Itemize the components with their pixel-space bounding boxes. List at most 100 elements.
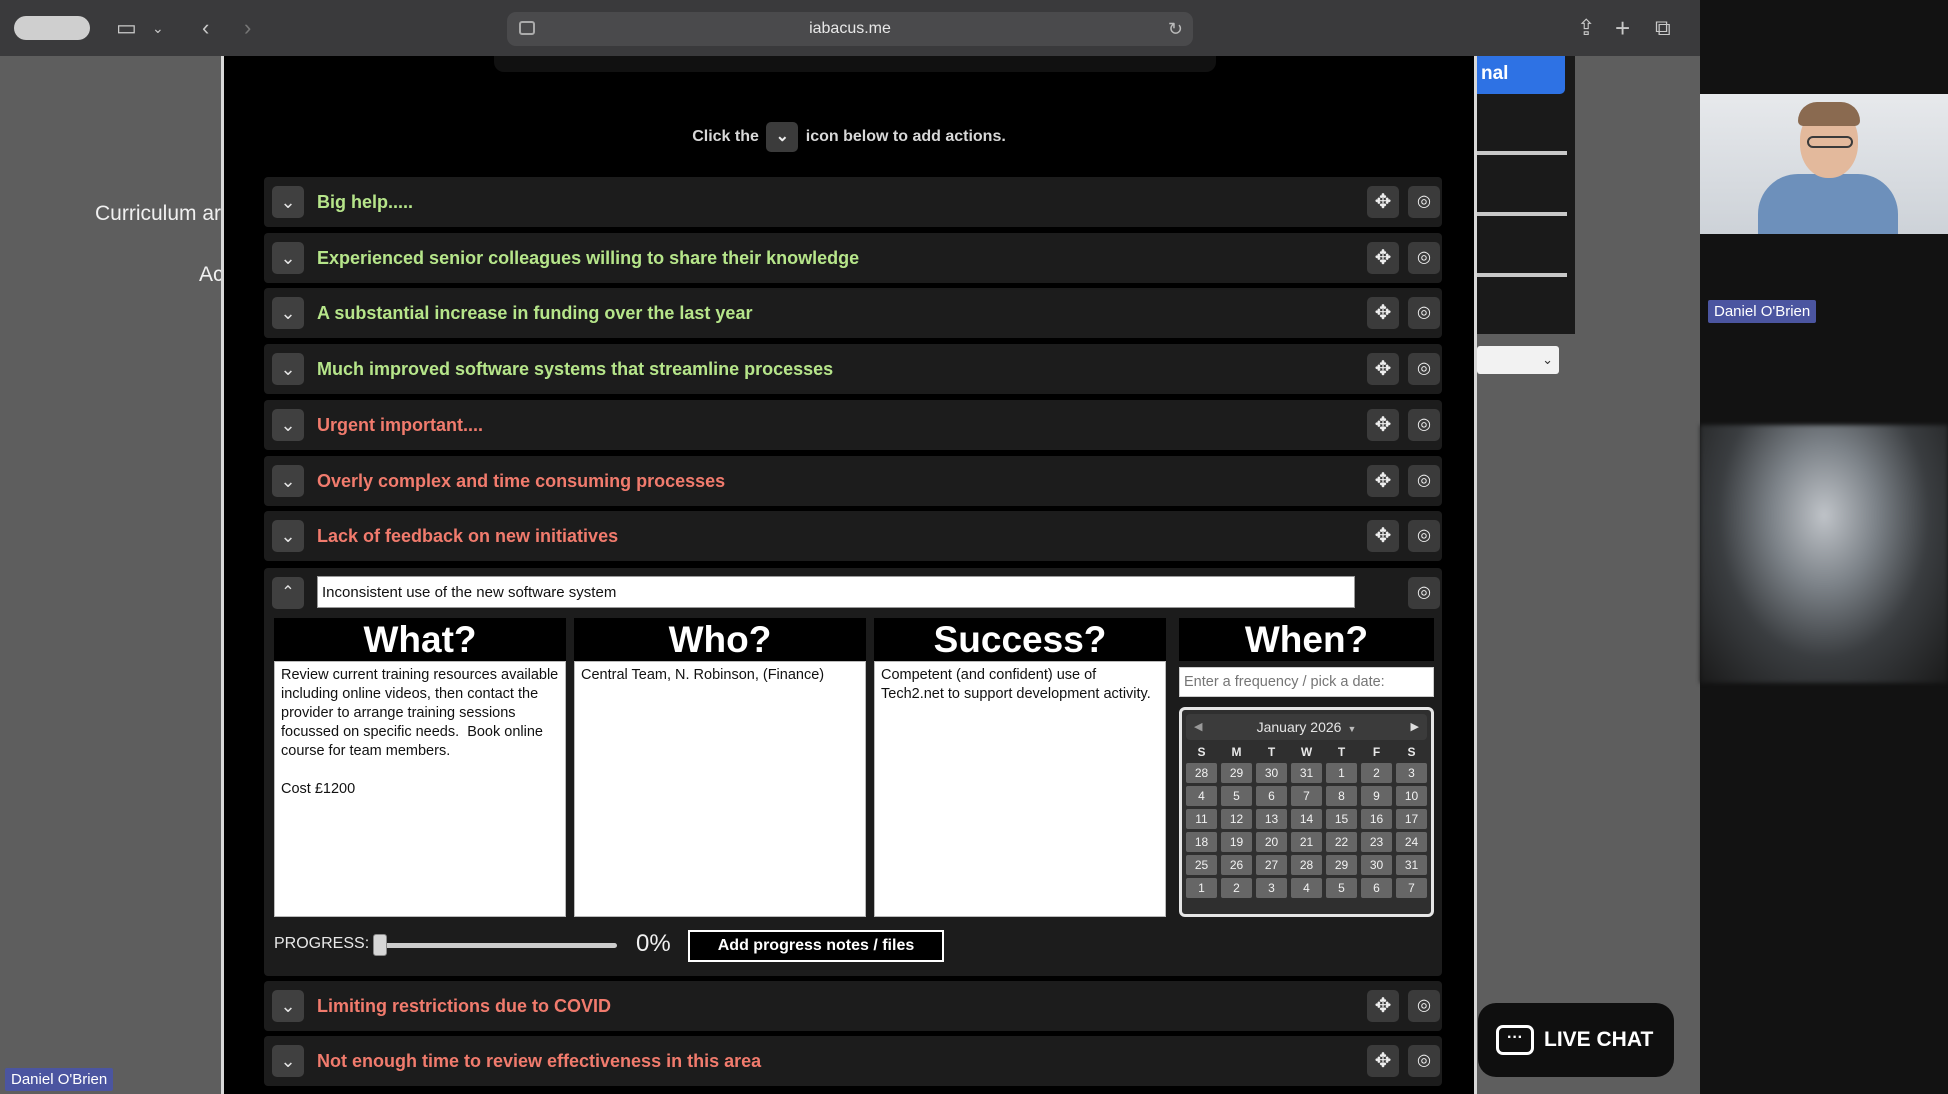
progress-slider-track[interactable]	[379, 943, 617, 948]
calendar-day[interactable]: 19	[1221, 832, 1252, 852]
calendar-day[interactable]: 7	[1291, 786, 1322, 806]
action-row[interactable]: ⌄ Not enough time to review effectivenes…	[264, 1036, 1442, 1086]
calendar-day[interactable]: 5	[1221, 786, 1252, 806]
action-row[interactable]: ⌄ Urgent important.... ✥ ◎	[264, 400, 1442, 450]
prev-month-icon[interactable]: ◀	[1194, 714, 1202, 740]
action-row[interactable]: ⌄ Lack of feedback on new initiatives ✥ …	[264, 511, 1442, 561]
calendar-day[interactable]: 15	[1326, 809, 1357, 829]
what-textarea[interactable]: Review current training resources availa…	[274, 661, 566, 917]
address-bar[interactable]: iabacus.me ↻	[507, 12, 1193, 46]
calendar-day[interactable]: 10	[1396, 786, 1427, 806]
calendar-day[interactable]: 11	[1186, 809, 1217, 829]
expand-chevron-icon[interactable]: ⌄	[272, 353, 304, 385]
action-row[interactable]: ⌄ A substantial increase in funding over…	[264, 288, 1442, 338]
move-icon[interactable]: ✥	[1367, 1045, 1399, 1077]
calendar-day[interactable]: 4	[1186, 786, 1217, 806]
calendar-day[interactable]: 2	[1361, 763, 1392, 783]
hide-eye-icon[interactable]: ◎	[1408, 353, 1440, 385]
action-row[interactable]: ⌄ Limiting restrictions due to COVID ✥ ◎	[264, 981, 1442, 1031]
calendar-day[interactable]: 25	[1186, 855, 1217, 875]
calendar-day[interactable]: 30	[1256, 763, 1287, 783]
sidebar-toggle-icon[interactable]: ▭	[116, 0, 137, 56]
expand-chevron-icon[interactable]: ⌄	[272, 297, 304, 329]
progress-slider-thumb[interactable]	[373, 934, 387, 956]
calendar-day[interactable]: 6	[1256, 786, 1287, 806]
side-panel-accent-button[interactable]: nal	[1477, 56, 1565, 94]
month-dropdown-icon[interactable]: ▼	[1347, 724, 1356, 734]
calendar-day[interactable]: 16	[1361, 809, 1392, 829]
move-icon[interactable]: ✥	[1367, 990, 1399, 1022]
calendar-day[interactable]: 7	[1396, 878, 1427, 898]
calendar-day[interactable]: 14	[1291, 809, 1322, 829]
calendar-day[interactable]: 9	[1361, 786, 1392, 806]
live-chat-button[interactable]: ··· LIVE CHAT	[1478, 1003, 1674, 1077]
calendar-day[interactable]: 28	[1291, 855, 1322, 875]
hide-eye-icon[interactable]: ◎	[1408, 577, 1440, 609]
hide-eye-icon[interactable]: ◎	[1408, 520, 1440, 552]
hide-eye-icon[interactable]: ◎	[1408, 242, 1440, 274]
calendar-day[interactable]: 29	[1221, 763, 1252, 783]
calendar-day[interactable]: 6	[1361, 878, 1392, 898]
action-row[interactable]: ⌄ Much improved software systems that st…	[264, 344, 1442, 394]
action-row[interactable]: ⌄ Experienced senior colleagues willing …	[264, 233, 1442, 283]
calendar-day[interactable]: 29	[1326, 855, 1357, 875]
expand-chevron-icon[interactable]: ⌄	[272, 409, 304, 441]
calendar-day[interactable]: 3	[1256, 878, 1287, 898]
participant-video-tile[interactable]	[1700, 94, 1948, 234]
calendar-day[interactable]: 5	[1326, 878, 1357, 898]
move-icon[interactable]: ✥	[1367, 520, 1399, 552]
calendar-day[interactable]: 2	[1221, 878, 1252, 898]
move-icon[interactable]: ✥	[1367, 242, 1399, 274]
calendar-day[interactable]: 4	[1291, 878, 1322, 898]
add-progress-notes-button[interactable]: Add progress notes / files	[688, 930, 944, 962]
tab-overview-pill[interactable]	[14, 16, 90, 40]
calendar-day[interactable]: 17	[1396, 809, 1427, 829]
move-icon[interactable]: ✥	[1367, 297, 1399, 329]
expand-chevron-icon[interactable]: ⌄	[272, 242, 304, 274]
action-row[interactable]: ⌄ Big help..... ✥ ◎	[264, 177, 1442, 227]
month-label[interactable]: January 2026	[1257, 719, 1342, 735]
calendar-day[interactable]: 13	[1256, 809, 1287, 829]
next-month-icon[interactable]: ▶	[1411, 714, 1419, 740]
back-icon[interactable]: ‹	[202, 0, 209, 56]
calendar-day[interactable]: 18	[1186, 832, 1217, 852]
hide-eye-icon[interactable]: ◎	[1408, 990, 1440, 1022]
calendar-day[interactable]: 20	[1256, 832, 1287, 852]
calendar-day[interactable]: 26	[1221, 855, 1252, 875]
calendar-day[interactable]: 27	[1256, 855, 1287, 875]
calendar-day[interactable]: 1	[1326, 763, 1357, 783]
calendar-day[interactable]: 24	[1396, 832, 1427, 852]
calendar-day[interactable]: 12	[1221, 809, 1252, 829]
hide-eye-icon[interactable]: ◎	[1408, 297, 1440, 329]
move-icon[interactable]: ✥	[1367, 465, 1399, 497]
calendar-day[interactable]: 21	[1291, 832, 1322, 852]
calendar-day[interactable]: 23	[1361, 832, 1392, 852]
calendar-day[interactable]: 3	[1396, 763, 1427, 783]
share-icon[interactable]: ⇪	[1577, 0, 1595, 56]
calendar-day[interactable]: 31	[1396, 855, 1427, 875]
hide-eye-icon[interactable]: ◎	[1408, 1045, 1440, 1077]
calendar-day[interactable]: 31	[1291, 763, 1322, 783]
calendar-day[interactable]: 8	[1326, 786, 1357, 806]
hide-eye-icon[interactable]: ◎	[1408, 465, 1440, 497]
calendar-day[interactable]: 22	[1326, 832, 1357, 852]
chevron-down-icon[interactable]: ⌄	[152, 0, 164, 56]
side-select-dropdown[interactable]: ⌄	[1477, 346, 1559, 374]
move-icon[interactable]: ✥	[1367, 186, 1399, 218]
success-textarea[interactable]: Competent (and confident) use of Tech2.n…	[874, 661, 1166, 917]
forward-icon[interactable]: ›	[244, 0, 251, 56]
reload-icon[interactable]: ↻	[1168, 12, 1183, 46]
action-row[interactable]: ⌄ Overly complex and time consuming proc…	[264, 456, 1442, 506]
hide-eye-icon[interactable]: ◎	[1408, 186, 1440, 218]
new-tab-icon[interactable]: +	[1615, 0, 1630, 56]
row-title-input[interactable]	[317, 576, 1355, 608]
calendar-day[interactable]: 30	[1361, 855, 1392, 875]
move-icon[interactable]: ✥	[1367, 409, 1399, 441]
frequency-date-input[interactable]	[1179, 667, 1434, 697]
calendar-day[interactable]: 1	[1186, 878, 1217, 898]
who-textarea[interactable]: Central Team, N. Robinson, (Finance)	[574, 661, 866, 917]
calendar-day[interactable]: 28	[1186, 763, 1217, 783]
blurred-video-tile[interactable]	[1700, 425, 1948, 683]
collapse-chevron-icon[interactable]: ⌃	[272, 577, 304, 609]
expand-chevron-icon[interactable]: ⌄	[272, 1045, 304, 1077]
